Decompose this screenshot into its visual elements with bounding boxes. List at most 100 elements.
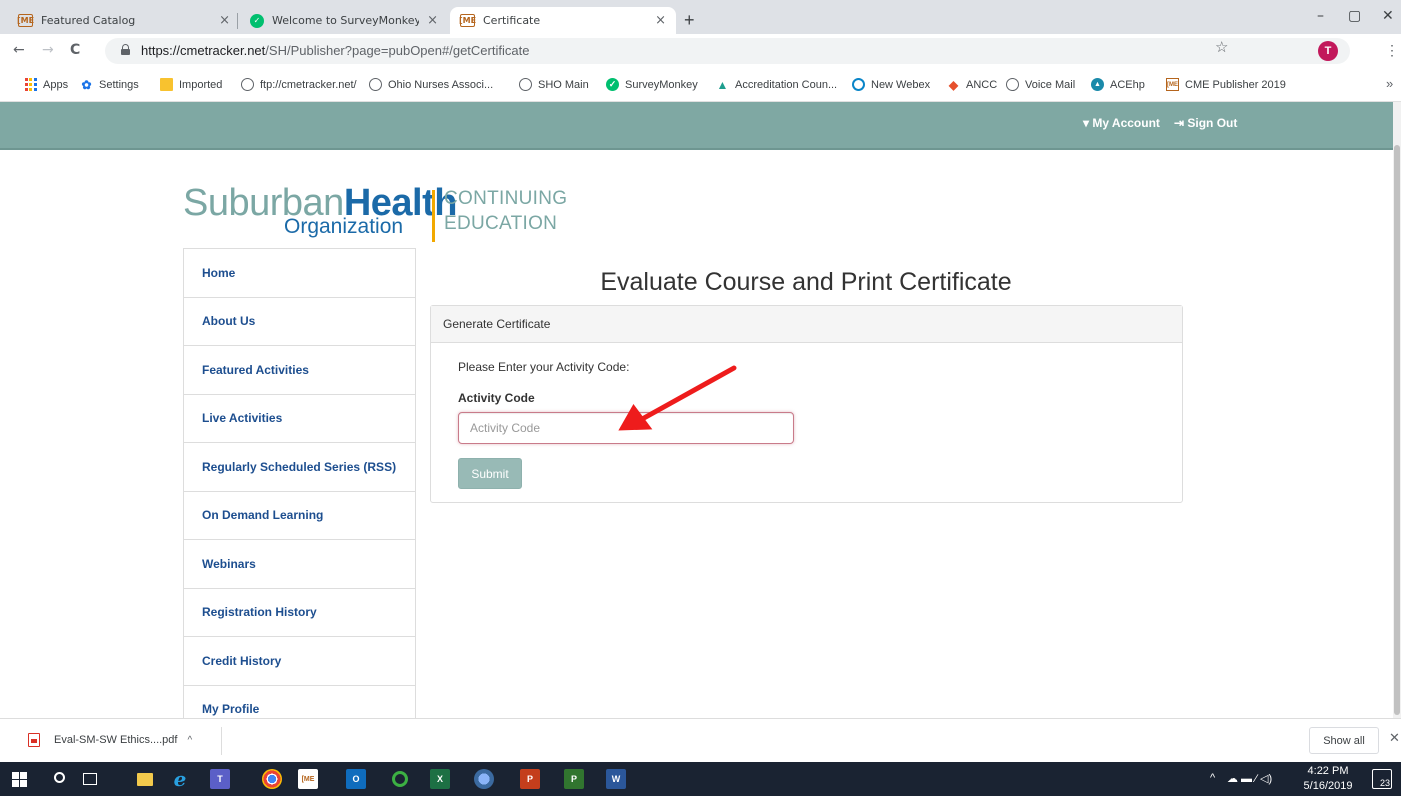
surveymonkey-icon: ✓ bbox=[606, 78, 619, 91]
accreditation-icon: ▲ bbox=[716, 77, 729, 92]
teams-icon[interactable]: T bbox=[210, 769, 230, 789]
bookmark-label: SHO Main bbox=[538, 78, 589, 91]
cme-icon: [ME bbox=[16, 14, 35, 27]
bookmark-label: Imported bbox=[179, 78, 223, 91]
globe-app-icon[interactable] bbox=[474, 769, 494, 789]
bookmark-new-webex[interactable]: New Webex bbox=[852, 78, 930, 91]
sidebar-item-webinars[interactable]: Webinars bbox=[184, 540, 415, 589]
search-icon[interactable] bbox=[54, 772, 65, 783]
powerpoint-icon[interactable]: P bbox=[520, 769, 540, 789]
page-title: Evaluate Course and Print Certificate bbox=[600, 268, 1012, 296]
tab-strip: [ME Featured Catalog × ✓ Welcome to Surv… bbox=[0, 0, 1401, 34]
notification-center-icon[interactable]: 23 bbox=[1372, 769, 1392, 789]
bookmark-label: New Webex bbox=[871, 78, 931, 91]
green-ring-app-icon[interactable] bbox=[392, 771, 408, 787]
bookmark-cme-publisher[interactable]: [ME CME Publisher 2019 bbox=[1166, 78, 1286, 91]
close-tab-icon[interactable]: × bbox=[427, 13, 438, 28]
tab-surveymonkey[interactable]: ✓ Welcome to SurveyMonkey! × bbox=[240, 7, 448, 34]
bookmark-label: Apps bbox=[43, 78, 69, 91]
bookmark-ohio-nurses[interactable]: Ohio Nurses Associ... bbox=[369, 78, 493, 91]
address-bar[interactable]: https://cmetracker.net/SH/Publisher?page… bbox=[105, 38, 1350, 64]
bookmark-ftp-cmetracker[interactable]: ftp://cmetracker.net/ bbox=[241, 78, 357, 91]
bookmark-voice-mail[interactable]: Voice Mail bbox=[1006, 78, 1075, 91]
pdf-file-icon bbox=[28, 733, 40, 747]
clock-time: 4:22 PM bbox=[1307, 765, 1349, 777]
tray-overflow-chevron[interactable]: ^ bbox=[1210, 772, 1215, 784]
bookmark-label: Ohio Nurses Associ... bbox=[388, 78, 494, 91]
minimize-button[interactable]: – bbox=[1317, 8, 1324, 24]
page-scrollbar-thumb[interactable] bbox=[1394, 145, 1400, 715]
forward-button[interactable]: → bbox=[42, 42, 54, 58]
bookmark-acehp[interactable]: ▲ ACEhp bbox=[1091, 78, 1145, 91]
bookmark-ancc[interactable]: ◆ ANCC bbox=[947, 77, 997, 92]
chrome-icon[interactable] bbox=[262, 769, 282, 789]
cme-icon[interactable]: [ME bbox=[298, 769, 318, 789]
bookmark-label: Settings bbox=[99, 78, 139, 91]
bookmark-accreditation[interactable]: ▲ Accreditation Coun... bbox=[716, 77, 838, 92]
bookmarks-bar: Apps ✿ Settings Imported ftp://cmetracke… bbox=[0, 68, 1401, 102]
my-account-menu[interactable]: ▾ My Account bbox=[1083, 116, 1160, 130]
bookmark-apps[interactable]: Apps bbox=[24, 78, 68, 91]
task-view-icon[interactable] bbox=[83, 773, 97, 785]
profile-avatar[interactable]: T bbox=[1318, 41, 1338, 61]
windows-start-icon[interactable] bbox=[12, 772, 27, 787]
lock-icon bbox=[121, 44, 130, 55]
menu-icon[interactable]: ⋮ bbox=[1385, 42, 1399, 59]
maximize-button[interactable]: ▢ bbox=[1348, 8, 1361, 24]
sidebar-item-home[interactable]: Home bbox=[184, 249, 415, 298]
bookmarks-overflow-chevron[interactable]: » bbox=[1386, 76, 1393, 91]
sidebar-item-rss[interactable]: Regularly Scheduled Series (RSS) bbox=[184, 443, 415, 492]
taskbar-clock[interactable]: 4:22 PM 5/16/2019 bbox=[1300, 764, 1356, 794]
chevron-up-icon[interactable]: ^ bbox=[187, 735, 192, 746]
new-tab-button[interactable]: + bbox=[684, 10, 695, 31]
url-host: https://cmetracker.net bbox=[141, 43, 266, 58]
sidebar-item-my-profile[interactable]: My Profile bbox=[184, 685, 415, 718]
show-all-button[interactable]: Show all bbox=[1309, 727, 1379, 754]
tab-featured-catalog[interactable]: [ME Featured Catalog × bbox=[8, 7, 240, 34]
close-tab-icon[interactable]: × bbox=[219, 13, 230, 28]
logo-organization: Organization bbox=[284, 215, 404, 238]
sidebar-item-live-activities[interactable]: Live Activities bbox=[184, 394, 415, 443]
close-download-shelf-icon[interactable]: ✕ bbox=[1389, 731, 1400, 746]
site-header-bar: ▾ My Account ⇥ Sign Out bbox=[0, 102, 1401, 150]
reload-button[interactable]: C bbox=[70, 42, 80, 58]
file-explorer-icon[interactable] bbox=[137, 773, 153, 786]
surveymonkey-icon: ✓ bbox=[250, 13, 264, 28]
generate-certificate-panel: Generate Certificate Please Enter your A… bbox=[430, 305, 1183, 503]
excel-icon[interactable]: X bbox=[430, 769, 450, 789]
sign-out-link[interactable]: ⇥ Sign Out bbox=[1174, 116, 1237, 130]
sidebar-item-featured-activities[interactable]: Featured Activities bbox=[184, 346, 415, 395]
tab-certificate[interactable]: [ME Certificate × bbox=[450, 7, 676, 34]
internet-explorer-icon[interactable]: e bbox=[170, 767, 190, 791]
word-icon[interactable]: W bbox=[606, 769, 626, 789]
close-window-button[interactable]: ✕ bbox=[1382, 8, 1394, 24]
bookmark-star-icon[interactable]: ☆ bbox=[1215, 38, 1228, 56]
ancc-icon: ◆ bbox=[948, 77, 959, 92]
sidebar-item-on-demand-learning[interactable]: On Demand Learning bbox=[184, 491, 415, 540]
suburban-health-logo[interactable]: SuburbanHealth Organization CONTINUING E… bbox=[183, 182, 623, 242]
bookmark-imported[interactable]: Imported bbox=[160, 78, 222, 91]
outlook-icon[interactable]: O bbox=[346, 769, 366, 789]
bookmark-label: SurveyMonkey bbox=[625, 78, 698, 91]
bookmark-label: CME Publisher 2019 bbox=[1185, 78, 1286, 91]
sidebar-item-about-us[interactable]: About Us bbox=[184, 297, 415, 346]
project-icon[interactable]: P bbox=[564, 769, 584, 789]
submit-button[interactable]: Submit bbox=[458, 458, 522, 489]
bookmark-settings[interactable]: ✿ Settings bbox=[80, 77, 139, 92]
url-path: /SH/Publisher?page=pubOpen#/getCertifica… bbox=[265, 43, 530, 58]
folder-icon bbox=[160, 78, 173, 91]
sidebar-item-credit-history[interactable]: Credit History bbox=[184, 637, 415, 686]
sidebar-item-registration-history[interactable]: Registration History bbox=[184, 588, 415, 637]
acehp-icon: ▲ bbox=[1091, 78, 1104, 91]
bookmark-surveymonkey[interactable]: ✓ SurveyMonkey bbox=[606, 78, 698, 91]
close-tab-icon[interactable]: × bbox=[655, 13, 666, 28]
bookmark-sho-main[interactable]: SHO Main bbox=[519, 78, 589, 91]
activity-code-input[interactable] bbox=[458, 412, 794, 444]
logo-education: EDUCATION bbox=[444, 213, 558, 234]
download-divider bbox=[221, 727, 222, 755]
download-item[interactable]: Eval-SM-SW Ethics....pdf ^ bbox=[28, 733, 192, 747]
back-button[interactable]: ← bbox=[13, 42, 25, 58]
logo-divider bbox=[432, 190, 435, 242]
gear-icon: ✿ bbox=[81, 77, 92, 92]
tray-status-icons[interactable]: ☁ ▬ ∕ ◁) bbox=[1227, 772, 1272, 785]
